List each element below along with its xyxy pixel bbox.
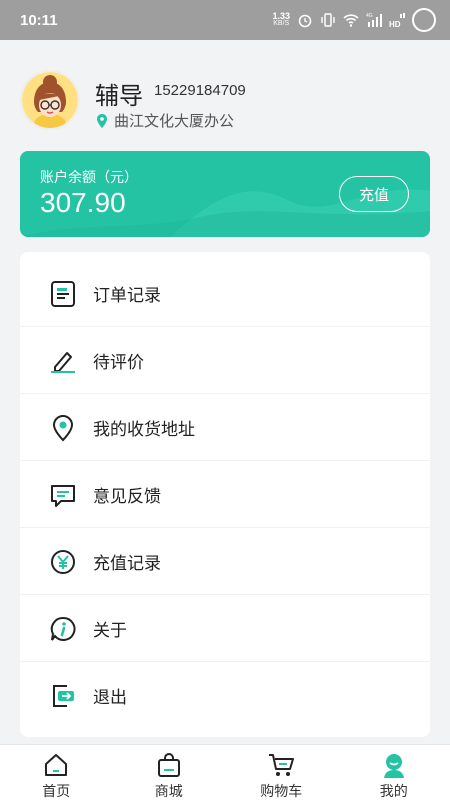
balance-label: 账户余额（元） <box>40 170 138 186</box>
balance-amount: 307.90 <box>40 187 126 218</box>
menu-item-feedback[interactable]: 意见反馈 <box>20 461 430 528</box>
menu-item-logout[interactable]: 退出 <box>20 662 430 729</box>
user-location: 曲江文化大厦办公 <box>96 110 234 131</box>
menu-item-orders[interactable]: 订单记录 <box>20 260 430 327</box>
menu-item-about[interactable]: 关于 <box>20 595 430 662</box>
signal-icon: 4G <box>366 13 382 27</box>
status-bar: 10:11 1.33 KB/S 4G HD <box>0 0 450 40</box>
user-phone: 15229184709 <box>154 82 246 99</box>
tab-home[interactable]: 首页 <box>0 745 113 800</box>
pen-icon <box>51 352 75 373</box>
location-pin-icon <box>97 113 107 128</box>
bottom-tab-bar: 首页 商城 购物车 我的 <box>0 744 450 800</box>
network-speed: 1.33 KB/S <box>272 11 290 28</box>
avatar[interactable] <box>20 70 80 130</box>
tab-mall[interactable]: 商城 <box>113 745 226 800</box>
menu-item-label: 意见反馈 <box>93 486 161 507</box>
logout-icon <box>53 685 74 707</box>
menu-item-label: 关于 <box>93 620 127 641</box>
tab-label: 商城 <box>154 784 183 800</box>
tab-label: 购物车 <box>260 784 303 800</box>
svg-text:4G: 4G <box>366 13 373 19</box>
tab-cart[interactable]: 购物车 <box>225 745 338 800</box>
wifi-icon <box>343 14 359 27</box>
cart-icon <box>269 754 295 776</box>
battery-ring-icon <box>412 8 436 32</box>
profile-icon <box>383 754 404 778</box>
location-pin-icon <box>52 414 74 442</box>
menu-item-label: 订单记录 <box>93 285 161 306</box>
menu-item-label: 充值记录 <box>93 553 161 574</box>
yuan-coin-icon <box>51 550 75 574</box>
menu-item-label: 退出 <box>93 688 127 708</box>
menu-item-pending-review[interactable]: 待评价 <box>20 327 430 394</box>
alarm-icon <box>298 14 312 28</box>
tab-label: 我的 <box>379 784 408 800</box>
tab-label: 首页 <box>42 784 71 800</box>
vibrate-icon <box>321 13 335 27</box>
user-name: 辅导 <box>95 82 143 110</box>
home-icon <box>45 754 68 776</box>
status-icons: 1.33 KB/S 4G HD <box>272 8 436 32</box>
avatar-illustration-icon <box>22 72 78 128</box>
menu-list: 订单记录 待评价 我的收货地址 意见反馈 充值记录 关于 退出 <box>20 252 430 737</box>
svg-text:HD: HD <box>389 20 401 28</box>
info-icon <box>50 616 76 641</box>
recharge-button[interactable]: 充值 <box>339 176 409 212</box>
tab-mine[interactable]: 我的 <box>338 745 450 800</box>
menu-item-recharge-history[interactable]: 充值记录 <box>20 528 430 595</box>
profile-header: 辅导 15229184709 曲江文化大厦办公 <box>20 70 430 132</box>
menu-item-address[interactable]: 我的收货地址 <box>20 394 430 461</box>
menu-item-label: 待评价 <box>93 352 144 373</box>
order-list-icon <box>51 281 75 307</box>
hd-signal-icon: HD <box>389 13 405 28</box>
status-time: 10:11 <box>20 11 58 29</box>
balance-card: 账户余额（元） 307.90 充值 <box>20 151 430 237</box>
menu-item-label: 我的收货地址 <box>93 419 195 440</box>
user-location-text: 曲江文化大厦办公 <box>114 112 235 130</box>
shopping-bag-icon <box>157 753 180 777</box>
feedback-chat-icon <box>51 485 75 507</box>
